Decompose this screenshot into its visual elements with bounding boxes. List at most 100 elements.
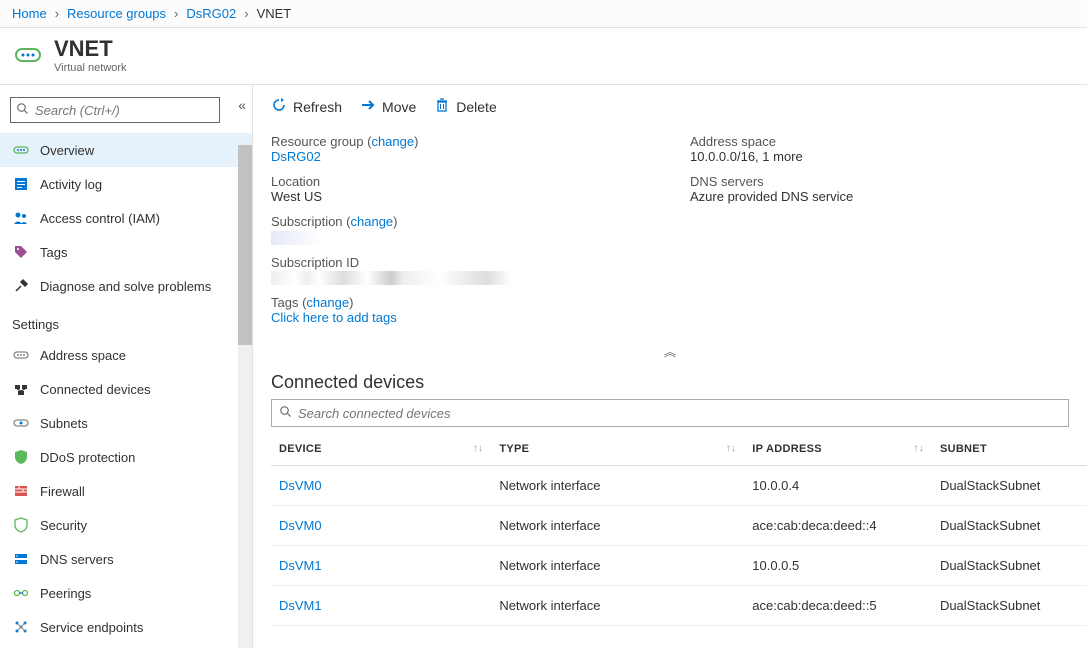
rg-value-link[interactable]: DsRG02 (271, 149, 321, 164)
page-subtitle: Virtual network (54, 62, 127, 74)
sidebar-section-settings: Settings (0, 303, 252, 338)
dns-label: DNS servers (690, 174, 1069, 189)
scrollbar-thumb[interactable] (238, 145, 252, 345)
table-row[interactable]: DsVM0 Network interfaceace:cab:deca:deed:… (271, 506, 1087, 546)
device-name-cell[interactable]: DsVM0 (279, 518, 322, 533)
device-ip-cell: ace:cab:deca:deed::4 (744, 506, 932, 546)
sidebar-search[interactable] (10, 97, 220, 123)
change-sub-link[interactable]: change (351, 214, 394, 229)
devices-search-input[interactable] (298, 406, 1060, 421)
table-row[interactable]: DsVM0Network interface10.0.0.4DualStackS… (271, 466, 1087, 506)
subscription-id-label: Subscription ID (271, 255, 650, 270)
vnet-icon (12, 141, 30, 159)
sidebar-item-label: Overview (40, 143, 94, 158)
tags-label: Tags (change) (271, 295, 650, 310)
sort-icon: ↑↓ (473, 443, 484, 454)
toolbar: Refresh Move Delete (253, 85, 1087, 128)
sidebar-item-label: Access control (IAM) (40, 211, 160, 226)
table-row[interactable]: DsVM1Network interfaceace:cab:deca:deed:… (271, 586, 1087, 626)
sidebar-item-properties[interactable]: Properties (0, 644, 252, 648)
sort-icon: ↑↓ (726, 443, 737, 454)
col-type[interactable]: TYPE↑↓ (491, 433, 744, 466)
chevron-right-icon: › (55, 6, 59, 21)
chevron-right-icon: › (244, 6, 248, 21)
device-type-cell: Network interface (491, 466, 744, 506)
sidebar-item-label: Connected devices (40, 382, 151, 397)
sidebar-item-label: Activity log (40, 177, 102, 192)
sidebar-item-label: Security (40, 518, 87, 533)
sidebar-item-security[interactable]: Security (0, 508, 252, 542)
vnet-icon (12, 39, 44, 71)
device-subnet-cell: DualStackSubnet (932, 466, 1087, 506)
change-tags-link[interactable]: change (306, 295, 349, 310)
endpoints-icon (12, 618, 30, 636)
page-title: VNET (54, 36, 127, 62)
sidebar-item-ddos[interactable]: DDoS protection (0, 440, 252, 474)
sidebar-item-iam[interactable]: Access control (IAM) (0, 201, 252, 235)
collapse-sidebar-icon[interactable]: « (238, 97, 246, 113)
people-icon (12, 209, 30, 227)
subnets-icon (12, 414, 30, 432)
sidebar: « Overview Activity log Access control (… (0, 85, 253, 648)
sidebar-item-label: Address space (40, 348, 126, 363)
device-name-cell[interactable]: DsVM0 (279, 478, 322, 493)
button-label: Refresh (293, 99, 342, 115)
device-type-cell: Network interface (491, 506, 744, 546)
search-icon (17, 103, 29, 118)
device-ip-cell: ace:cab:deca:deed::5 (744, 586, 932, 626)
sidebar-item-firewall[interactable]: Firewall (0, 474, 252, 508)
breadcrumb-rg[interactable]: Resource groups (67, 6, 166, 21)
content-pane: Refresh Move Delete Resource group (chan… (253, 85, 1087, 648)
devices-table: DEVICE↑↓ TYPE↑↓ IP ADDRESS↑↓ SUBNET DsVM… (271, 433, 1087, 626)
change-rg-link[interactable]: change (371, 134, 414, 149)
devices-search[interactable] (271, 399, 1069, 427)
col-subnet[interactable]: SUBNET (932, 433, 1087, 466)
sidebar-item-label: DNS servers (40, 552, 114, 567)
device-subnet-cell: DualStackSubnet (932, 546, 1087, 586)
dns-icon (12, 550, 30, 568)
sidebar-item-subnets[interactable]: Subnets (0, 406, 252, 440)
col-device[interactable]: DEVICE↑↓ (271, 433, 491, 466)
sidebar-item-label: Tags (40, 245, 67, 260)
sidebar-item-peerings[interactable]: Peerings (0, 576, 252, 610)
col-ip[interactable]: IP ADDRESS↑↓ (744, 433, 932, 466)
refresh-button[interactable]: Refresh (271, 97, 342, 116)
shield-icon (12, 448, 30, 466)
search-icon (280, 406, 292, 421)
device-ip-cell: 10.0.0.5 (744, 546, 932, 586)
device-name-cell[interactable]: DsVM1 (279, 558, 322, 573)
sidebar-item-connected-devices[interactable]: Connected devices (0, 372, 252, 406)
button-label: Move (382, 99, 416, 115)
redacted-value (271, 271, 511, 285)
sidebar-item-tags[interactable]: Tags (0, 235, 252, 269)
breadcrumb: Home › Resource groups › DsRG02 › VNET (0, 0, 1087, 28)
scrollbar[interactable] (238, 145, 252, 648)
sidebar-item-label: DDoS protection (40, 450, 135, 465)
address-space-icon (12, 346, 30, 364)
shield-outline-icon (12, 516, 30, 534)
location-label: Location (271, 174, 650, 189)
sidebar-item-label: Peerings (40, 586, 91, 601)
sidebar-item-activity-log[interactable]: Activity log (0, 167, 252, 201)
refresh-icon (271, 97, 287, 116)
trash-icon (434, 97, 450, 116)
sidebar-item-address-space[interactable]: Address space (0, 338, 252, 372)
breadcrumb-home[interactable]: Home (12, 6, 47, 21)
table-row[interactable]: DsVM1 Network interface10.0.0.5DualStackS… (271, 546, 1087, 586)
add-tags-link[interactable]: Click here to add tags (271, 310, 397, 325)
device-subnet-cell: DualStackSubnet (932, 506, 1087, 546)
device-name-cell[interactable]: DsVM1 (279, 598, 322, 613)
button-label: Delete (456, 99, 496, 115)
collapse-essentials-button[interactable]: ︽ (253, 335, 1087, 368)
sidebar-item-diagnose[interactable]: Diagnose and solve problems (0, 269, 252, 303)
device-type-cell: Network interface (491, 546, 744, 586)
redacted-value (271, 231, 321, 245)
move-button[interactable]: Move (360, 97, 416, 116)
sort-icon: ↑↓ (913, 443, 924, 454)
breadcrumb-rgname[interactable]: DsRG02 (186, 6, 236, 21)
sidebar-item-dns[interactable]: DNS servers (0, 542, 252, 576)
wrench-icon (12, 277, 30, 295)
sidebar-item-overview[interactable]: Overview (0, 133, 252, 167)
delete-button[interactable]: Delete (434, 97, 496, 116)
sidebar-search-input[interactable] (35, 103, 213, 118)
